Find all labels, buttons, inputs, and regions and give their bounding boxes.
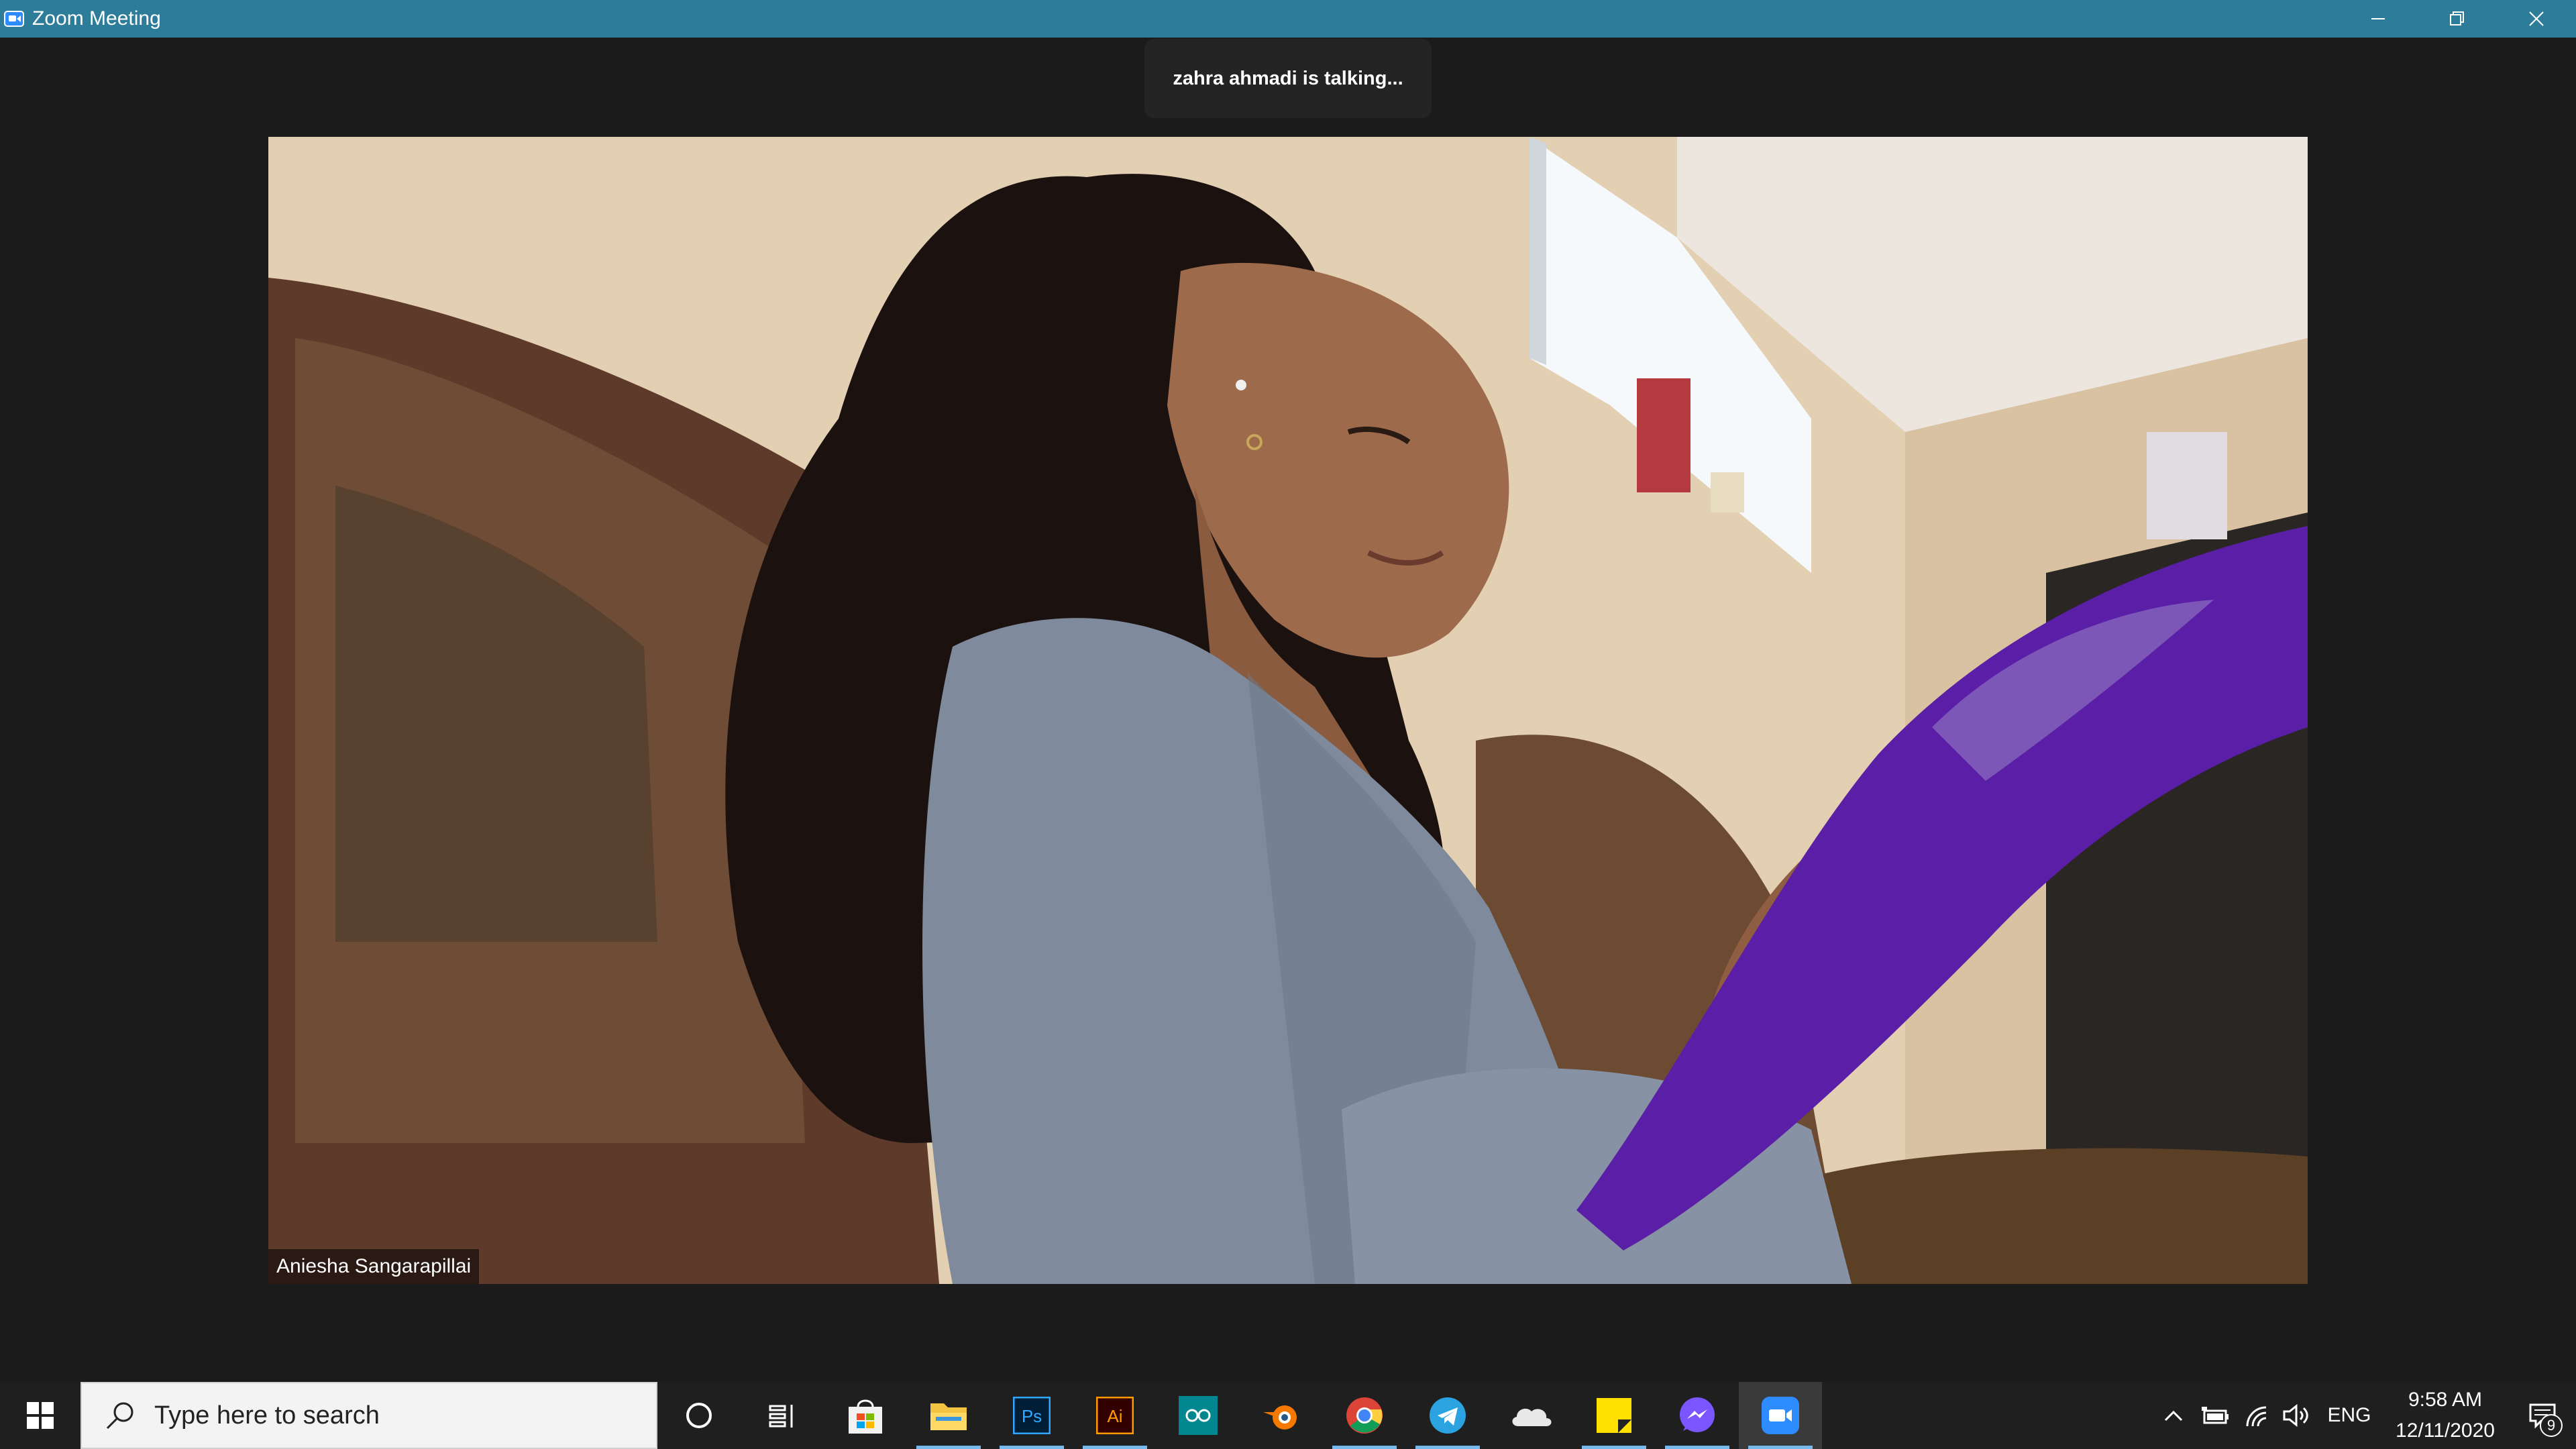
meeting-area[interactable]: zahra ahmadi is talking... Aniesha Sanga…	[0, 38, 2576, 1382]
windows-taskbar: Type here to search Ps Ai ENG 9:58 AM 12…	[0, 1382, 2576, 1449]
minimize-icon	[2371, 18, 2385, 19]
participant-name-tag: Aniesha Sangarapillai	[268, 1249, 480, 1284]
notification-count-badge: 9	[2540, 1414, 2563, 1437]
network-status[interactable]	[2237, 1382, 2277, 1449]
microsoft-store-icon	[849, 1399, 882, 1434]
search-placeholder: Type here to search	[154, 1401, 380, 1430]
sticky-notes-icon	[1597, 1398, 1631, 1433]
taskbar-app-photoshop[interactable]: Ps	[990, 1382, 1073, 1449]
taskbar-app-chrome[interactable]	[1323, 1382, 1406, 1449]
task-view-button[interactable]	[741, 1382, 824, 1449]
taskbar-app-illustrator[interactable]: Ai	[1073, 1382, 1157, 1449]
window-controls	[2339, 0, 2576, 38]
task-view-icon	[769, 1405, 793, 1428]
windows-logo-icon	[27, 1402, 54, 1429]
restore-button[interactable]	[2418, 0, 2497, 38]
messenger-icon	[1680, 1397, 1715, 1432]
taskbar-app-sticky-notes[interactable]	[1572, 1382, 1656, 1449]
file-explorer-icon	[930, 1403, 967, 1430]
search-icon	[106, 1402, 133, 1430]
zoom-icon	[1762, 1397, 1799, 1434]
restore-icon	[2450, 11, 2464, 25]
taskbar-search-box[interactable]: Type here to search	[80, 1382, 657, 1449]
taskbar-app-telegram[interactable]	[1406, 1382, 1489, 1449]
system-tray: ENG 9:58 AM 12/11/2020 9	[2153, 1382, 2576, 1449]
chrome-icon	[1346, 1397, 1383, 1434]
wifi-icon	[2246, 1406, 2267, 1427]
speaker-icon	[2283, 1403, 2308, 1428]
taskbar-app-zoom[interactable]	[1739, 1382, 1822, 1449]
onedrive-icon	[1512, 1408, 1552, 1426]
photoshop-icon: Ps	[1013, 1397, 1051, 1434]
volume-control[interactable]	[2277, 1382, 2317, 1449]
taskbar-app-messenger[interactable]	[1656, 1382, 1739, 1449]
taskbar-app-file-explorer[interactable]	[907, 1382, 990, 1449]
chevron-up-icon	[2164, 1410, 2183, 1421]
arduino-icon	[1179, 1396, 1218, 1435]
taskbar-app-arduino[interactable]	[1157, 1382, 1240, 1449]
svg-text:Ai: Ai	[1107, 1406, 1122, 1426]
clock[interactable]: 9:58 AM 12/11/2020	[2381, 1382, 2509, 1449]
close-icon	[2529, 11, 2544, 26]
show-hidden-icons-button[interactable]	[2153, 1382, 2194, 1449]
cortana-icon	[686, 1403, 712, 1428]
illustrator-icon: Ai	[1096, 1397, 1134, 1434]
svg-text:Ps: Ps	[1022, 1406, 1042, 1426]
participant-video[interactable]: Aniesha Sangarapillai	[268, 137, 2308, 1284]
cortana-button[interactable]	[657, 1382, 741, 1449]
clock-date: 12/11/2020	[2396, 1419, 2495, 1442]
action-center-button[interactable]: 9	[2509, 1382, 2576, 1449]
taskbar-app-store[interactable]	[824, 1382, 907, 1449]
battery-icon	[2202, 1407, 2229, 1424]
taskbar-app-onedrive[interactable]	[1489, 1382, 1572, 1449]
telegram-icon	[1430, 1397, 1466, 1434]
input-language[interactable]: ENG	[2317, 1382, 2381, 1449]
blender-icon	[1263, 1405, 1297, 1430]
window-titlebar[interactable]: Zoom Meeting	[0, 0, 2576, 38]
clock-time: 9:58 AM	[2408, 1389, 2483, 1411]
video-frame-illustration	[268, 137, 2308, 1284]
window-title: Zoom Meeting	[32, 7, 161, 30]
start-button[interactable]	[0, 1382, 80, 1449]
close-button[interactable]	[2497, 0, 2576, 38]
minimize-button[interactable]	[2339, 0, 2418, 38]
active-speaker-indicator: zahra ahmadi is talking...	[1144, 39, 1432, 118]
zoom-app-icon	[4, 11, 24, 27]
battery-status[interactable]	[2194, 1382, 2237, 1449]
taskbar-app-blender[interactable]	[1240, 1382, 1323, 1449]
